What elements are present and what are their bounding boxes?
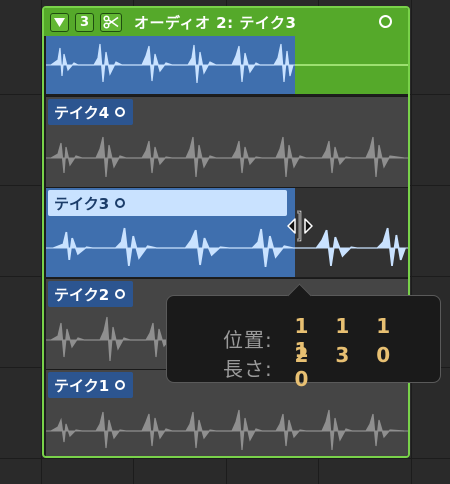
take-folder-title: オーディオ 2: テイク3 [134, 13, 297, 32]
length-value: 2 3 0 0 [294, 343, 401, 391]
comp-baseline [295, 64, 408, 66]
quick-swipe-comping-button[interactable] [100, 12, 122, 32]
take-name: テイク3 [54, 194, 110, 213]
take-name: テイク1 [54, 376, 110, 395]
grid-line [0, 458, 450, 459]
position-length-tooltip: 位置: 1 1 1 1 長さ: 2 3 0 0 [166, 283, 441, 391]
resize-cursor-icon [287, 210, 313, 242]
take-count-button[interactable]: 3 [75, 12, 94, 32]
circle-icon[interactable] [379, 15, 392, 28]
circle-icon[interactable] [115, 289, 126, 299]
take-name: テイク2 [54, 285, 110, 304]
comp-waveform [46, 43, 295, 84]
comp-region[interactable] [46, 36, 295, 94]
take-waveform-1 [46, 409, 408, 451]
circle-icon[interactable] [115, 107, 126, 117]
take-folder-header[interactable]: 3 オーディオ 2: テイク3 [44, 8, 408, 36]
scissors-icon [103, 15, 119, 29]
take-waveform-3 [46, 227, 408, 268]
take-lane-4[interactable]: テイク4 [46, 96, 408, 187]
take-label-1[interactable]: テイク1 [48, 372, 134, 398]
take-count: 3 [79, 14, 90, 30]
grid-line [411, 0, 412, 484]
length-label: 長さ: [223, 356, 273, 381]
take-label-4[interactable]: テイク4 [48, 99, 134, 125]
take-label-3[interactable]: テイク3 [48, 190, 287, 216]
take-label-2[interactable]: テイク2 [48, 281, 134, 307]
circle-icon[interactable] [115, 198, 126, 208]
take-lane-3[interactable]: テイク3 [46, 187, 408, 278]
tooltip-length-row: 長さ: 2 3 0 0 [223, 343, 440, 391]
take-waveform-4 [46, 136, 408, 178]
take-name: テイク4 [54, 103, 110, 122]
circle-icon[interactable] [115, 380, 126, 390]
take-folder-disclosure-button[interactable] [50, 12, 69, 32]
triangle-down-icon [54, 17, 65, 27]
